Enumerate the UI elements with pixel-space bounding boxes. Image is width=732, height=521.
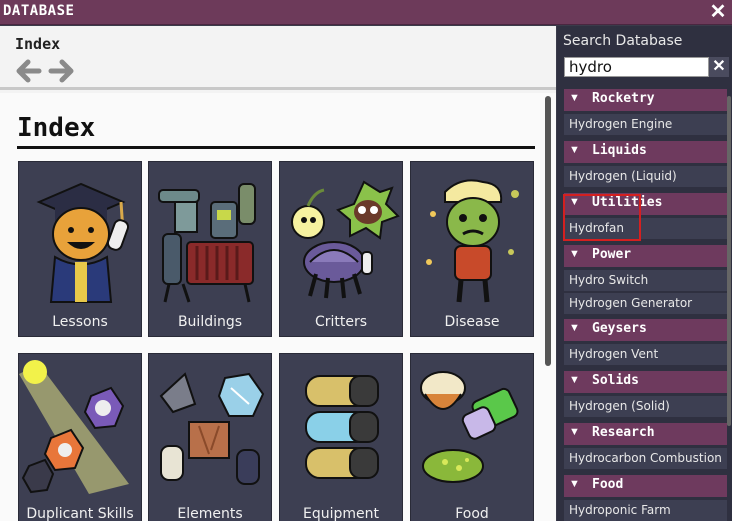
title-bar: DATABASE ✕	[0, 0, 732, 25]
food-icon	[420, 371, 519, 483]
entry-label: Hydrogen Engine	[569, 117, 673, 131]
category-label: Research	[592, 425, 655, 440]
close-button[interactable]: ✕	[707, 2, 729, 23]
category-liquids[interactable]: ▼ Liquids	[564, 141, 727, 163]
entry-label: Hydrogen (Liquid)	[569, 169, 677, 183]
entry-label: Hydrocarbon Combustion	[569, 451, 722, 465]
category-label: Food	[592, 477, 624, 492]
search-sidebar: Search Database ✕ ▼ Rocketry Hydrogen En…	[557, 26, 732, 521]
search-field[interactable]	[564, 57, 709, 77]
nav-header: Index	[0, 26, 556, 90]
entry-label: Hydrogen Vent	[569, 347, 659, 361]
entry-hydro-switch[interactable]: Hydro Switch	[564, 270, 727, 291]
clear-search-button[interactable]: ✕	[709, 57, 729, 77]
sick-duplicant-icon	[426, 179, 519, 303]
category-label: Liquids	[592, 143, 647, 158]
category-label: Solids	[592, 373, 639, 388]
category-label: Rocketry	[592, 91, 655, 106]
entry-hydrogen-engine[interactable]: Hydrogen Engine	[564, 114, 727, 135]
forward-arrow-icon[interactable]	[47, 56, 77, 86]
category-label: Geysers	[592, 321, 647, 336]
back-arrow-icon[interactable]	[13, 56, 43, 86]
title-divider	[17, 146, 535, 149]
collapse-triangle-icon: ▼	[569, 426, 580, 438]
card-label: Critters	[314, 314, 368, 330]
category-label: Utilities	[592, 195, 663, 210]
search-label: Search Database	[563, 33, 683, 49]
card-buildings[interactable]: Buildings	[148, 161, 272, 337]
collapse-triangle-icon: ▼	[569, 322, 580, 334]
entry-hydrogen-solid[interactable]: Hydrogen (Solid)	[564, 396, 727, 417]
card-critters[interactable]: Critters	[279, 161, 403, 337]
critters-icon	[291, 180, 400, 299]
category-research[interactable]: ▼ Research	[564, 423, 727, 445]
sidebar-scrollbar[interactable]	[727, 96, 732, 516]
collapse-triangle-icon: ▼	[569, 92, 580, 104]
category-rocketry[interactable]: ▼ Rocketry	[564, 89, 727, 111]
entry-label: Hydrogen Generator	[569, 296, 693, 310]
equipment-icon	[305, 375, 379, 479]
scrollbar-thumb[interactable]	[545, 96, 551, 366]
card-lessons[interactable]: Lessons	[18, 161, 142, 337]
card-food[interactable]: Food	[410, 353, 534, 521]
entry-label: Hydrofan	[569, 221, 624, 235]
entry-hydroponic-farm[interactable]: Hydroponic Farm	[564, 500, 727, 521]
card-label: Food	[455, 506, 489, 521]
collapse-triangle-icon: ▼	[569, 196, 580, 208]
entry-hydrogen-vent[interactable]: Hydrogen Vent	[564, 344, 727, 365]
collapse-triangle-icon: ▼	[569, 374, 580, 386]
card-label: Lessons	[52, 314, 108, 330]
content-scrollbar[interactable]	[543, 96, 553, 516]
card-disease[interactable]: Disease	[410, 161, 534, 337]
breadcrumb: Index	[15, 35, 61, 53]
card-elements[interactable]: Elements	[148, 353, 272, 521]
collapse-triangle-icon: ▼	[569, 144, 580, 156]
entry-hydrofan[interactable]: Hydrofan	[564, 218, 727, 239]
machinery-icon	[158, 183, 256, 303]
entry-hydrocarbon-combustion[interactable]: Hydrocarbon Combustion	[564, 448, 727, 469]
card-equipment[interactable]: Equipment	[279, 353, 403, 521]
card-label: Equipment	[303, 506, 379, 521]
skills-icon	[19, 360, 129, 494]
card-label: Duplicant Skills	[26, 506, 134, 521]
category-food[interactable]: ▼ Food	[564, 475, 727, 497]
main-panel: Index Index Lessons Buildings Critters D…	[0, 26, 556, 521]
entry-label: Hydrogen (Solid)	[569, 399, 670, 413]
category-label: Power	[592, 247, 632, 262]
entry-hydrogen-generator[interactable]: Hydrogen Generator	[564, 293, 727, 314]
entry-label: Hydroponic Farm	[569, 503, 671, 517]
entry-label: Hydro Switch	[569, 273, 649, 287]
search-input[interactable]	[565, 58, 708, 76]
collapse-triangle-icon: ▼	[569, 248, 580, 260]
window-title: DATABASE	[3, 3, 75, 19]
page-title: Index	[17, 113, 96, 143]
category-power[interactable]: ▼ Power	[564, 245, 727, 267]
entry-hydrogen-liquid[interactable]: Hydrogen (Liquid)	[564, 166, 727, 187]
content-area: Index Lessons Buildings Critters Disease…	[0, 93, 556, 521]
card-label: Buildings	[177, 314, 243, 330]
card-label: Disease	[444, 314, 500, 330]
elements-icon	[159, 372, 265, 485]
category-geysers[interactable]: ▼ Geysers	[564, 319, 727, 341]
card-label: Elements	[177, 506, 243, 521]
scrollbar-thumb[interactable]	[727, 96, 731, 426]
card-duplicant-skills[interactable]: Duplicant Skills	[18, 353, 142, 521]
graduate-icon	[36, 182, 130, 303]
category-solids[interactable]: ▼ Solids	[564, 371, 727, 393]
category-utilities[interactable]: ▼ Utilities	[564, 193, 727, 215]
collapse-triangle-icon: ▼	[569, 478, 580, 490]
